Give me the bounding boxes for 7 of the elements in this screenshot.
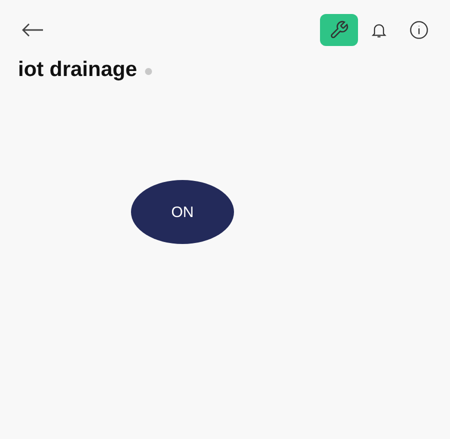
back-button[interactable] xyxy=(22,23,44,37)
info-icon xyxy=(409,20,429,40)
device-title: iot drainage xyxy=(18,58,138,82)
wrench-button[interactable] xyxy=(320,14,358,46)
back-arrow-icon xyxy=(22,23,44,37)
on-button[interactable]: ON xyxy=(131,180,234,244)
wrench-icon xyxy=(329,20,349,40)
